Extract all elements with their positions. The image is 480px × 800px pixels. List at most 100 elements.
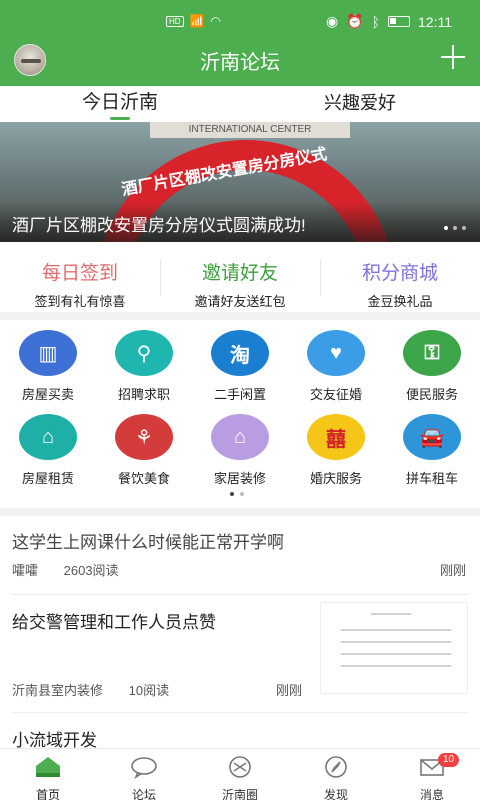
category-home-decor[interactable]: ⌂ 家居装修: [192, 414, 288, 494]
category-house[interactable]: ⌂ 房屋租赁: [0, 414, 96, 494]
alarm-icon: ⏰: [346, 13, 364, 29]
nav-discover[interactable]: 发现: [288, 749, 384, 800]
nav-home[interactable]: 首页: [0, 749, 96, 800]
shortcut-title: 每日签到: [41, 263, 118, 284]
signal-icon: 📶: [189, 14, 205, 28]
shortcut-subtitle: 金豆换礼品: [367, 294, 433, 309]
post-author: 嚯嚯: [12, 563, 39, 578]
couple-icon: ♥: [307, 330, 365, 376]
category-label: 交友征婚: [309, 387, 362, 402]
category-key[interactable]: ⚿ 便民服务: [384, 330, 480, 410]
cutlery-icon: ⚘: [115, 414, 173, 460]
nav-forum[interactable]: 论坛: [96, 749, 192, 800]
thumb-line: [341, 641, 451, 643]
points-mall-button[interactable]: 积分商城 金豆换礼品: [320, 248, 480, 310]
shortcut-row: 每日签到 签到有礼有惊喜 邀请好友 邀请好友送红包 积分商城 金豆换礼品: [0, 248, 480, 310]
category-label: 婚庆服务: [309, 471, 362, 486]
status-right: ◉ ⏰ ᛒ 12:11: [326, 13, 452, 30]
wifi-icon: ◠: [210, 14, 221, 28]
nav-label: 沂南圈: [221, 788, 258, 800]
post-meta: 嚯嚯 2603阅读: [12, 560, 141, 579]
page-title: 沂南论坛: [200, 52, 280, 74]
nav-yinan-circle[interactable]: 沂南圈: [192, 749, 288, 800]
invite-friends-button[interactable]: 邀请好友 邀请好友送红包: [160, 248, 320, 310]
nav-label: 论坛: [131, 788, 156, 800]
pager-dot: [462, 226, 466, 230]
add-icon[interactable]: [440, 44, 466, 70]
taobao-icon: 淘: [211, 330, 269, 376]
home-decor-icon: ⌂: [211, 414, 269, 460]
tab-label: 今日沂南: [81, 92, 158, 113]
category-label: 餐饮美食: [117, 471, 170, 486]
key-icon: ⚿: [403, 330, 461, 376]
thumb-line: [341, 665, 451, 667]
shortcut-subtitle: 签到有礼有惊喜: [34, 294, 126, 309]
bluetooth-icon: ᛒ: [371, 13, 380, 30]
post-title: 给交警管理和工作人员点赞: [12, 613, 216, 632]
post-reads: 2603阅读: [63, 563, 119, 578]
category-taobao[interactable]: 淘二手闲置: [192, 330, 288, 410]
category-grid: ▥ 房屋买卖 ⚲ 招聘求职 淘二手闲置 ♥ 交友征婚 ⚿ 便民服务 ⌂ 房屋租赁 ⚘ 餐饮美食 ⌂ 家居装修…: [0, 330, 480, 500]
nav-messages[interactable]: 10 消息: [384, 749, 480, 800]
divider: [0, 312, 480, 320]
app-header: HD 📶 ◠ ◉ ⏰ ᛒ 12:11 沂南论坛: [0, 0, 480, 86]
unread-badge: 10: [438, 753, 460, 767]
hd-label: HD: [166, 15, 184, 27]
category-person-search[interactable]: ⚲ 招聘求职: [96, 330, 192, 410]
shortcut-title: 邀请好友: [201, 263, 278, 284]
category-couple[interactable]: ♥ 交友征婚: [288, 330, 384, 410]
post-title: 小流域开发: [12, 731, 97, 748]
daily-checkin-button[interactable]: 每日签到 签到有礼有惊喜: [0, 248, 160, 310]
status-bar: HD 📶 ◠ ◉ ⏰ ᛒ 12:11: [0, 0, 480, 40]
signal-group: HD 📶 ◠: [166, 14, 221, 28]
banner-sign: INTERNATIONAL CENTER: [150, 122, 350, 138]
category-label: 拼车租车: [405, 471, 458, 486]
tab-indicator: [110, 117, 130, 120]
tab-hobbies[interactable]: 兴趣爱好: [240, 86, 480, 122]
pager-dot: [453, 226, 457, 230]
category-building[interactable]: ▥ 房屋买卖: [0, 330, 96, 410]
category-cutlery[interactable]: ⚘ 餐饮美食: [96, 414, 192, 494]
list-item[interactable]: 这学生上网课什么时候能正常开学啊 嚯嚯 2603阅读 刚刚: [0, 516, 480, 594]
shortcut-subtitle: 邀请好友送红包: [194, 294, 286, 309]
category-label: 二手闲置: [213, 387, 266, 402]
battery-icon: [388, 16, 410, 27]
building-icon: ▥: [19, 330, 77, 376]
category-label: 房屋买卖: [21, 387, 74, 402]
post-time: 刚刚: [276, 683, 303, 698]
post-feed: 这学生上网课什么时候能正常开学啊 嚯嚯 2603阅读 刚刚 给交警管理和工作人员…: [0, 516, 480, 748]
category-label: 家居装修: [213, 471, 266, 486]
car-icon: 🚘: [403, 414, 461, 460]
thumb-line: [341, 653, 451, 655]
banner-pager: [444, 226, 466, 230]
banner-caption: 酒厂片区棚改安置房分房仪式圆满成功!: [12, 216, 306, 235]
post-title: 这学生上网课什么时候能正常开学啊: [12, 533, 284, 552]
category-car[interactable]: 🚘 拼车租车: [384, 414, 480, 494]
category-label: 招聘求职: [117, 387, 170, 402]
pager-dot: [444, 226, 448, 230]
double-happiness-icon: 囍: [307, 414, 365, 460]
bottom-nav: 首页 论坛 沂南圈 发现 10 消息: [0, 748, 480, 800]
banner-carousel[interactable]: INTERNATIONAL CENTER 酒厂片区棚改安置房分房仪式 酒厂片区棚…: [0, 122, 480, 242]
clock-text: 12:11: [418, 13, 452, 30]
person-search-icon: ⚲: [115, 330, 173, 376]
category-double-happiness[interactable]: 囍婚庆服务: [288, 414, 384, 494]
nav-label: 首页: [35, 788, 60, 800]
eye-icon: ◉: [325, 13, 339, 29]
post-meta: 沂南县室内装修 10阅读: [12, 680, 191, 699]
house-icon: ⌂: [19, 414, 77, 460]
thumb-line: [341, 629, 451, 631]
shortcut-title: 积分商城: [361, 263, 438, 284]
circle-lens-icon: [229, 756, 251, 778]
tab-today-yinan[interactable]: 今日沂南: [0, 86, 240, 122]
post-thumbnail[interactable]: [320, 602, 468, 694]
nav-label: 消息: [419, 788, 444, 800]
category-label: 便民服务: [405, 387, 458, 402]
list-item[interactable]: 小流域开发: [0, 712, 480, 748]
tab-label: 兴趣爱好: [324, 93, 396, 113]
post-reads: 10阅读: [128, 683, 170, 698]
top-tabs: 今日沂南 兴趣爱好: [0, 86, 480, 122]
thumb-line: [371, 613, 411, 615]
nav-label: 发现: [323, 788, 348, 800]
compass-icon: [325, 756, 347, 778]
